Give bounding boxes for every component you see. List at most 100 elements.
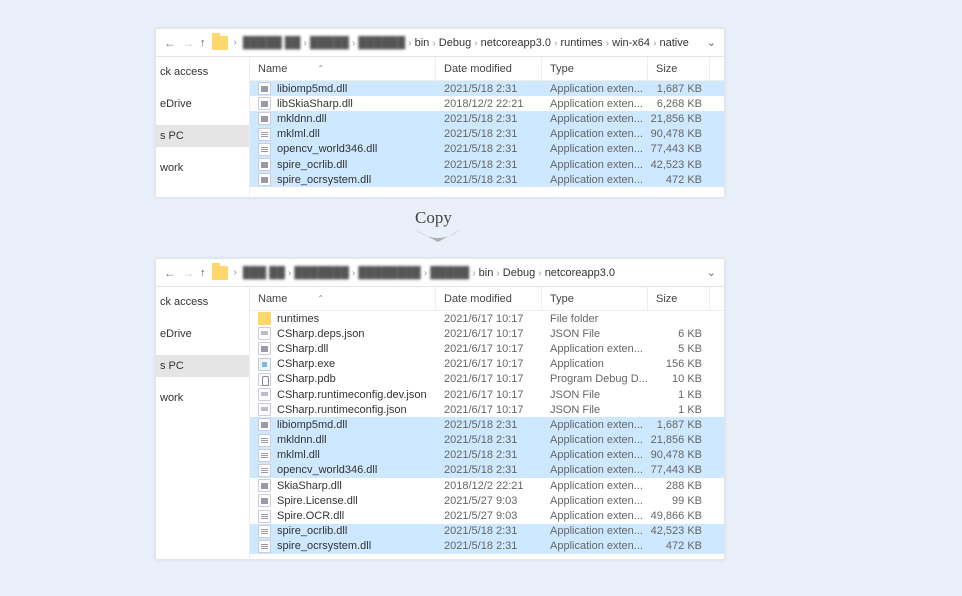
breadcrumb-item[interactable]: ███████ (294, 267, 349, 279)
file-name: Spire.License.dll (277, 495, 358, 507)
file-row[interactable]: opencv_world346.dll 2021/5/18 2:31 Appli… (250, 142, 724, 157)
nav-forward-icon[interactable]: → (182, 266, 194, 280)
file-area: Name⌃ Date modified Type Size runtimes 2… (250, 287, 724, 559)
address-bar[interactable]: ← → ↑ › ███ ██ › ███████ › ████████ › ██… (156, 259, 724, 287)
breadcrumb-path[interactable]: █████ ██ › █████ › ██████ › bin › Debug … (243, 37, 689, 49)
dll-icon (258, 173, 271, 186)
file-name: mkldnn.dll (277, 113, 327, 125)
file-row[interactable]: CSharp.deps.json 2021/6/17 10:17 JSON Fi… (250, 326, 724, 341)
file-row[interactable]: spire_ocrlib.dll 2021/5/18 2:31 Applicat… (250, 524, 724, 539)
file-row[interactable]: Spire.OCR.dll 2021/5/27 9:03 Application… (250, 508, 724, 523)
file-row[interactable]: CSharp.pdb 2021/6/17 10:17 Program Debug… (250, 372, 724, 387)
breadcrumb-item[interactable]: █████ (310, 37, 349, 49)
breadcrumb-item[interactable]: Debug (503, 267, 535, 279)
breadcrumb-item[interactable]: native (660, 37, 689, 49)
sidebar-item[interactable]: ck access (156, 61, 249, 83)
file-date: 2021/5/18 2:31 (436, 464, 542, 476)
file-date: 2018/12/2 22:21 (436, 480, 542, 492)
file-name: mklml.dll (277, 449, 320, 461)
file-size: 42,523 KB (648, 159, 710, 171)
sidebar-item[interactable]: work (156, 157, 249, 179)
file-name: CSharp.runtimeconfig.dev.json (277, 389, 427, 401)
breadcrumb-item[interactable]: ████████ (358, 267, 420, 279)
breadcrumb-item[interactable]: █████ ██ (243, 37, 301, 49)
breadcrumb-item[interactable]: bin (415, 37, 430, 49)
file-row[interactable]: mkldnn.dll 2021/5/18 2:31 Application ex… (250, 433, 724, 448)
file-size: 90,478 KB (648, 449, 710, 461)
sidebar-item[interactable]: eDrive (156, 323, 249, 345)
file-row[interactable]: libSkiaSharp.dll 2018/12/2 22:21 Applica… (250, 96, 724, 111)
file-row[interactable]: mklml.dll 2021/5/18 2:31 Application ext… (250, 127, 724, 142)
file-date: 2021/6/17 10:17 (436, 389, 542, 401)
file-row[interactable]: Spire.License.dll 2021/5/27 9:03 Applica… (250, 493, 724, 508)
breadcrumb-item[interactable]: netcoreapp3.0 (481, 37, 551, 49)
nav-up-icon[interactable]: ↑ (200, 37, 206, 49)
nav-up-icon[interactable]: ↑ (200, 267, 206, 279)
chevron-right-icon: › (554, 38, 557, 49)
breadcrumb-item[interactable]: Debug (439, 37, 471, 49)
file-row[interactable]: mkldnn.dll 2021/5/18 2:31 Application ex… (250, 111, 724, 126)
col-size[interactable]: Size (648, 287, 710, 310)
file-row[interactable]: SkiaSharp.dll 2018/12/2 22:21 Applicatio… (250, 478, 724, 493)
file-name: spire_ocrsystem.dll (277, 174, 371, 186)
file-row[interactable]: runtimes 2021/6/17 10:17 File folder (250, 311, 724, 326)
column-header[interactable]: Name⌃ Date modified Type Size (250, 287, 724, 311)
file-row[interactable]: spire_ocrsystem.dll 2021/5/18 2:31 Appli… (250, 172, 724, 187)
column-header[interactable]: Name⌃ Date modified Type Size (250, 57, 724, 81)
file-row[interactable]: CSharp.runtimeconfig.dev.json 2021/6/17 … (250, 387, 724, 402)
file-name: opencv_world346.dll (277, 464, 377, 476)
file-row[interactable]: libiomp5md.dll 2021/5/18 2:31 Applicatio… (250, 417, 724, 432)
file-name: libiomp5md.dll (277, 83, 347, 95)
nav-back-icon[interactable]: ← (164, 36, 176, 50)
file-list[interactable]: libiomp5md.dll 2021/5/18 2:31 Applicatio… (250, 81, 724, 197)
sidebar-item[interactable]: eDrive (156, 93, 249, 115)
file-row[interactable]: CSharp.exe 2021/6/17 10:17 Application 1… (250, 357, 724, 372)
breadcrumb-item[interactable]: win-x64 (612, 37, 650, 49)
file-size: 288 KB (648, 480, 710, 492)
file-size: 1,687 KB (648, 419, 710, 431)
file-type: JSON File (542, 404, 648, 416)
col-date[interactable]: Date modified (436, 57, 542, 80)
dll-icon (258, 418, 271, 431)
file-row[interactable]: libiomp5md.dll 2021/5/18 2:31 Applicatio… (250, 81, 724, 96)
file-list[interactable]: runtimes 2021/6/17 10:17 File folder CSh… (250, 311, 724, 559)
file-name: CSharp.exe (277, 358, 335, 370)
breadcrumb-item[interactable]: █████ (430, 267, 469, 279)
sidebar-item[interactable]: work (156, 387, 249, 409)
file-date: 2018/12/2 22:21 (436, 98, 542, 110)
col-type[interactable]: Type (542, 287, 648, 310)
dll-icon (258, 449, 271, 462)
breadcrumb-item[interactable]: ███ ██ (243, 267, 285, 279)
file-row[interactable]: spire_ocrsystem.dll 2021/5/18 2:31 Appli… (250, 539, 724, 554)
col-name[interactable]: Name⌃ (250, 57, 436, 80)
col-size[interactable]: Size (648, 57, 710, 80)
file-name: libSkiaSharp.dll (277, 98, 353, 110)
file-row[interactable]: mklml.dll 2021/5/18 2:31 Application ext… (250, 448, 724, 463)
breadcrumb-item[interactable]: runtimes (560, 37, 602, 49)
breadcrumb-path[interactable]: ███ ██ › ███████ › ████████ › █████ › bi… (243, 267, 615, 279)
dropdown-icon[interactable]: ⌄ (707, 266, 716, 279)
sidebar-item[interactable]: s PC (156, 125, 249, 147)
file-row[interactable]: CSharp.runtimeconfig.json 2021/6/17 10:1… (250, 402, 724, 417)
sort-asc-icon: ⌃ (317, 64, 324, 73)
folder-icon (212, 266, 228, 280)
nav-forward-icon[interactable]: → (182, 36, 194, 50)
address-bar[interactable]: ← → ↑ › █████ ██ › █████ › ██████ › bin … (156, 29, 724, 57)
sidebar-item[interactable]: s PC (156, 355, 249, 377)
col-type[interactable]: Type (542, 57, 648, 80)
breadcrumb-item[interactable]: netcoreapp3.0 (545, 267, 615, 279)
file-row[interactable]: spire_ocrlib.dll 2021/5/18 2:31 Applicat… (250, 157, 724, 172)
sidebar-item[interactable]: ck access (156, 291, 249, 313)
sort-asc-icon: ⌃ (317, 294, 324, 303)
breadcrumb-item[interactable]: bin (479, 267, 494, 279)
dll-icon (258, 97, 271, 110)
file-type: Application exten... (542, 343, 648, 355)
file-row[interactable]: CSharp.dll 2021/6/17 10:17 Application e… (250, 341, 724, 356)
file-row[interactable]: opencv_world346.dll 2021/5/18 2:31 Appli… (250, 463, 724, 478)
file-type: File folder (542, 313, 648, 325)
nav-back-icon[interactable]: ← (164, 266, 176, 280)
breadcrumb-item[interactable]: ██████ (358, 37, 405, 49)
col-date[interactable]: Date modified (436, 287, 542, 310)
dropdown-icon[interactable]: ⌄ (707, 36, 716, 49)
col-name[interactable]: Name⌃ (250, 287, 436, 310)
